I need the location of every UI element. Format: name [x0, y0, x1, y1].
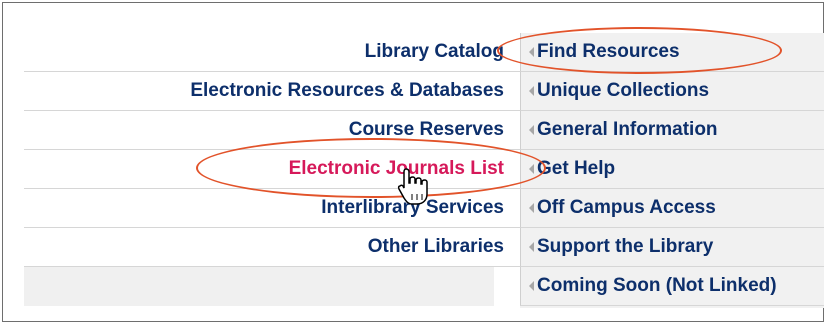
menu-item-get-help[interactable]: Get Help — [520, 150, 824, 189]
menu-item-label[interactable]: Support the Library — [537, 236, 713, 258]
left-arrow-icon — [529, 125, 534, 135]
submenu-item-electronic-journals[interactable]: Electronic Journals List — [24, 150, 520, 189]
submenu-panel: Library Catalog Electronic Resources & D… — [24, 33, 520, 308]
menu-item-label[interactable]: Unique Collections — [537, 80, 709, 102]
hand-cursor-icon — [397, 168, 428, 205]
left-arrow-icon — [529, 86, 534, 96]
menu-item-label[interactable]: General Information — [537, 119, 718, 141]
menu-item-label[interactable]: Off Campus Access — [537, 197, 716, 219]
submenu-item-library-catalog[interactable]: Library Catalog — [24, 33, 520, 72]
menu-item-label[interactable]: Find Resources — [537, 41, 680, 63]
menu-item-off-campus-access[interactable]: Off Campus Access — [520, 189, 824, 228]
menu-item-coming-soon[interactable]: Coming Soon (Not Linked) — [520, 267, 824, 306]
left-arrow-icon — [529, 47, 534, 57]
submenu-item-label[interactable]: Library Catalog — [365, 41, 504, 63]
submenu-item-label[interactable]: Course Reserves — [349, 119, 504, 141]
submenu-item-label[interactable]: Other Libraries — [368, 236, 504, 258]
left-arrow-icon — [529, 164, 534, 174]
menu-item-support-the-library[interactable]: Support the Library — [520, 228, 824, 267]
submenu-empty-row — [24, 267, 494, 306]
submenu-item-course-reserves[interactable]: Course Reserves — [24, 111, 520, 150]
left-arrow-icon — [529, 203, 534, 213]
submenu-item-electronic-resources[interactable]: Electronic Resources & Databases — [24, 72, 520, 111]
left-arrow-icon — [529, 281, 534, 291]
submenu-item-other-libraries[interactable]: Other Libraries — [24, 228, 520, 267]
main-menu-panel: Find Resources Unique Collections Genera… — [520, 33, 824, 308]
menu-item-find-resources[interactable]: Find Resources — [520, 33, 824, 72]
menu-item-label[interactable]: Get Help — [537, 158, 615, 180]
submenu-item-interlibrary-services[interactable]: Interlibrary Services — [24, 189, 520, 228]
menu-item-label[interactable]: Coming Soon (Not Linked) — [537, 275, 777, 297]
submenu-item-label[interactable]: Electronic Resources & Databases — [190, 80, 504, 102]
left-arrow-icon — [529, 242, 534, 252]
menu-item-general-information[interactable]: General Information — [520, 111, 824, 150]
menu-item-unique-collections[interactable]: Unique Collections — [520, 72, 824, 111]
